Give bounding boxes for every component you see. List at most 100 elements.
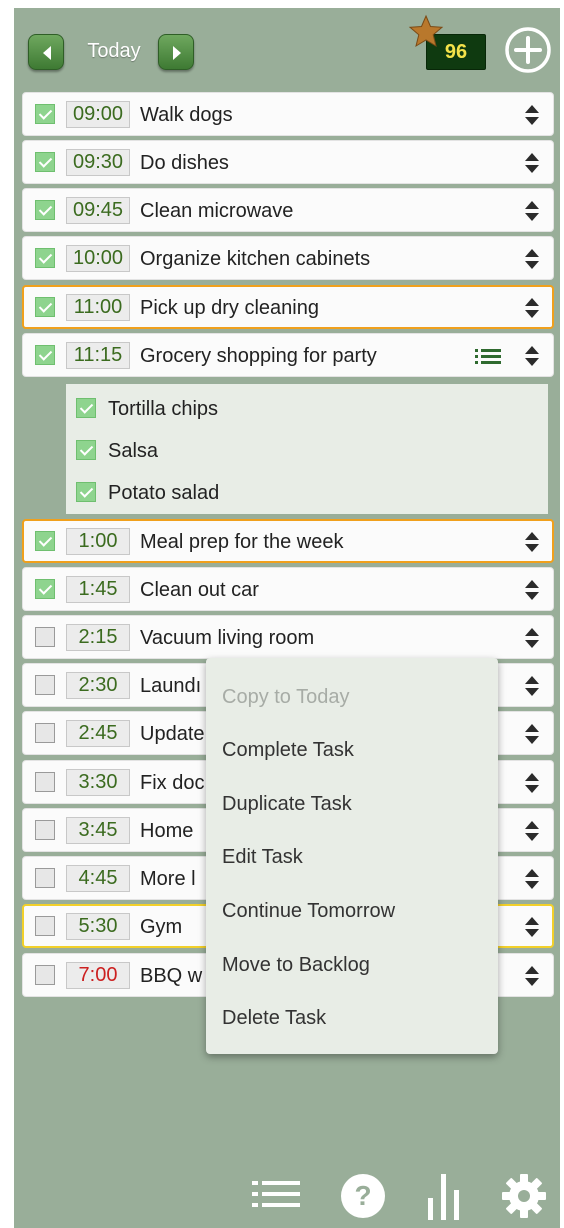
reorder-handle-icon[interactable] [524, 675, 540, 702]
task-title[interactable]: BBQ w [140, 963, 202, 989]
task-row[interactable]: 10:00 Organize kitchen cabinets [22, 236, 554, 280]
task-checkbox[interactable] [35, 579, 55, 599]
task-checkbox[interactable] [35, 297, 55, 317]
reorder-handle-icon[interactable] [524, 868, 540, 895]
reorder-handle-icon[interactable] [524, 152, 540, 179]
subtask-title[interactable]: Salsa [108, 438, 158, 464]
reorder-handle-icon[interactable] [524, 248, 540, 275]
subtask-item[interactable]: Salsa [66, 430, 546, 470]
task-time[interactable]: 11:15 [66, 342, 130, 369]
reorder-handle-icon[interactable] [524, 820, 540, 847]
task-title[interactable]: Walk dogs [140, 102, 233, 128]
task-row[interactable]: 09:45 Clean microwave [22, 188, 554, 232]
reorder-handle-icon[interactable] [524, 297, 540, 324]
svg-text:?: ? [354, 1180, 371, 1211]
task-checkbox[interactable] [35, 152, 55, 172]
task-row[interactable]: 11:15 Grocery shopping for party [22, 333, 554, 377]
settings-icon[interactable] [500, 1172, 548, 1220]
subtask-item[interactable]: Potato salad [66, 472, 546, 512]
task-title[interactable]: Laundı [140, 673, 201, 699]
task-row[interactable]: 1:45 Clean out car [22, 567, 554, 611]
task-time[interactable]: 10:00 [66, 245, 130, 272]
task-checkbox[interactable] [35, 820, 55, 840]
task-time[interactable]: 1:45 [66, 576, 130, 603]
help-icon[interactable]: ? [339, 1172, 387, 1220]
task-time[interactable]: 11:00 [66, 294, 130, 321]
list-icon[interactable] [250, 1174, 302, 1214]
task-time[interactable]: 3:45 [66, 817, 130, 844]
reorder-handle-icon[interactable] [524, 965, 540, 992]
task-time[interactable]: 5:30 [66, 913, 130, 940]
task-title[interactable]: Grocery shopping for party [140, 343, 377, 369]
task-title[interactable]: Update [140, 721, 205, 747]
task-checkbox[interactable] [35, 723, 55, 743]
reorder-handle-icon[interactable] [524, 531, 540, 558]
duplicate-task-menu-item[interactable]: Duplicate Task [222, 791, 352, 817]
task-checkbox[interactable] [35, 248, 55, 268]
task-title[interactable]: More l [140, 866, 196, 892]
task-row[interactable]: 1:00 Meal prep for the week [22, 519, 554, 563]
task-time[interactable]: 09:00 [66, 101, 130, 128]
reorder-handle-icon[interactable] [524, 772, 540, 799]
delete-task-menu-item[interactable]: Delete Task [222, 1005, 326, 1031]
task-row[interactable]: 11:00 Pick up dry cleaning [22, 285, 554, 329]
task-title[interactable]: Gym [140, 914, 182, 940]
task-checkbox[interactable] [35, 200, 55, 220]
task-time[interactable]: 3:30 [66, 769, 130, 796]
complete-task-menu-item[interactable]: Complete Task [222, 737, 354, 763]
task-title[interactable]: Home [140, 818, 193, 844]
task-title[interactable]: Clean microwave [140, 198, 293, 224]
reorder-handle-icon[interactable] [524, 345, 540, 372]
add-task-button[interactable] [504, 26, 552, 74]
reorder-handle-icon[interactable] [524, 200, 540, 227]
task-time[interactable]: 7:00 [66, 962, 130, 989]
chevron-right-icon [173, 46, 181, 60]
task-checkbox[interactable] [35, 772, 55, 792]
day-label[interactable]: Today [70, 38, 158, 64]
task-title[interactable]: Organize kitchen cabinets [140, 246, 370, 272]
task-time[interactable]: 09:45 [66, 197, 130, 224]
task-title[interactable]: Clean out car [140, 577, 259, 603]
task-checkbox[interactable] [35, 345, 55, 365]
subtask-title[interactable]: Potato salad [108, 480, 219, 506]
task-title[interactable]: Pick up dry cleaning [140, 295, 319, 321]
subtask-checkbox[interactable] [76, 398, 96, 418]
edit-task-menu-item[interactable]: Edit Task [222, 844, 303, 870]
stats-icon[interactable] [424, 1170, 464, 1222]
task-row[interactable]: 2:15 Vacuum living room [22, 615, 554, 659]
task-time[interactable]: 2:45 [66, 720, 130, 747]
task-time[interactable]: 2:15 [66, 624, 130, 651]
move-to-backlog-menu-item[interactable]: Move to Backlog [222, 952, 370, 978]
task-checkbox[interactable] [35, 104, 55, 124]
task-checkbox[interactable] [35, 868, 55, 888]
task-title[interactable]: Meal prep for the week [140, 529, 343, 555]
subtask-item[interactable]: Tortilla chips [66, 388, 546, 428]
subtask-checkbox[interactable] [76, 440, 96, 460]
task-title[interactable]: Do dishes [140, 150, 229, 176]
subtasks-list-icon[interactable] [475, 348, 501, 369]
task-checkbox[interactable] [35, 675, 55, 695]
task-row[interactable]: 09:00 Walk dogs [22, 92, 554, 136]
previous-day-button[interactable] [28, 34, 64, 70]
task-checkbox[interactable] [35, 916, 55, 936]
reorder-handle-icon[interactable] [524, 723, 540, 750]
subtask-title[interactable]: Tortilla chips [108, 396, 218, 422]
subtask-panel: Tortilla chips Salsa Potato salad [66, 384, 548, 514]
task-time[interactable]: 4:45 [66, 865, 130, 892]
subtask-checkbox[interactable] [76, 482, 96, 502]
reorder-handle-icon[interactable] [524, 627, 540, 654]
task-title[interactable]: Fix doc [140, 770, 204, 796]
task-time[interactable]: 09:30 [66, 149, 130, 176]
reorder-handle-icon[interactable] [524, 916, 540, 943]
reorder-handle-icon[interactable] [524, 104, 540, 131]
task-row[interactable]: 09:30 Do dishes [22, 140, 554, 184]
task-time[interactable]: 2:30 [66, 672, 130, 699]
continue-tomorrow-menu-item[interactable]: Continue Tomorrow [222, 898, 395, 924]
task-checkbox[interactable] [35, 531, 55, 551]
task-checkbox[interactable] [35, 965, 55, 985]
task-checkbox[interactable] [35, 627, 55, 647]
task-time[interactable]: 1:00 [66, 528, 130, 555]
next-day-button[interactable] [158, 34, 194, 70]
reorder-handle-icon[interactable] [524, 579, 540, 606]
task-title[interactable]: Vacuum living room [140, 625, 314, 651]
